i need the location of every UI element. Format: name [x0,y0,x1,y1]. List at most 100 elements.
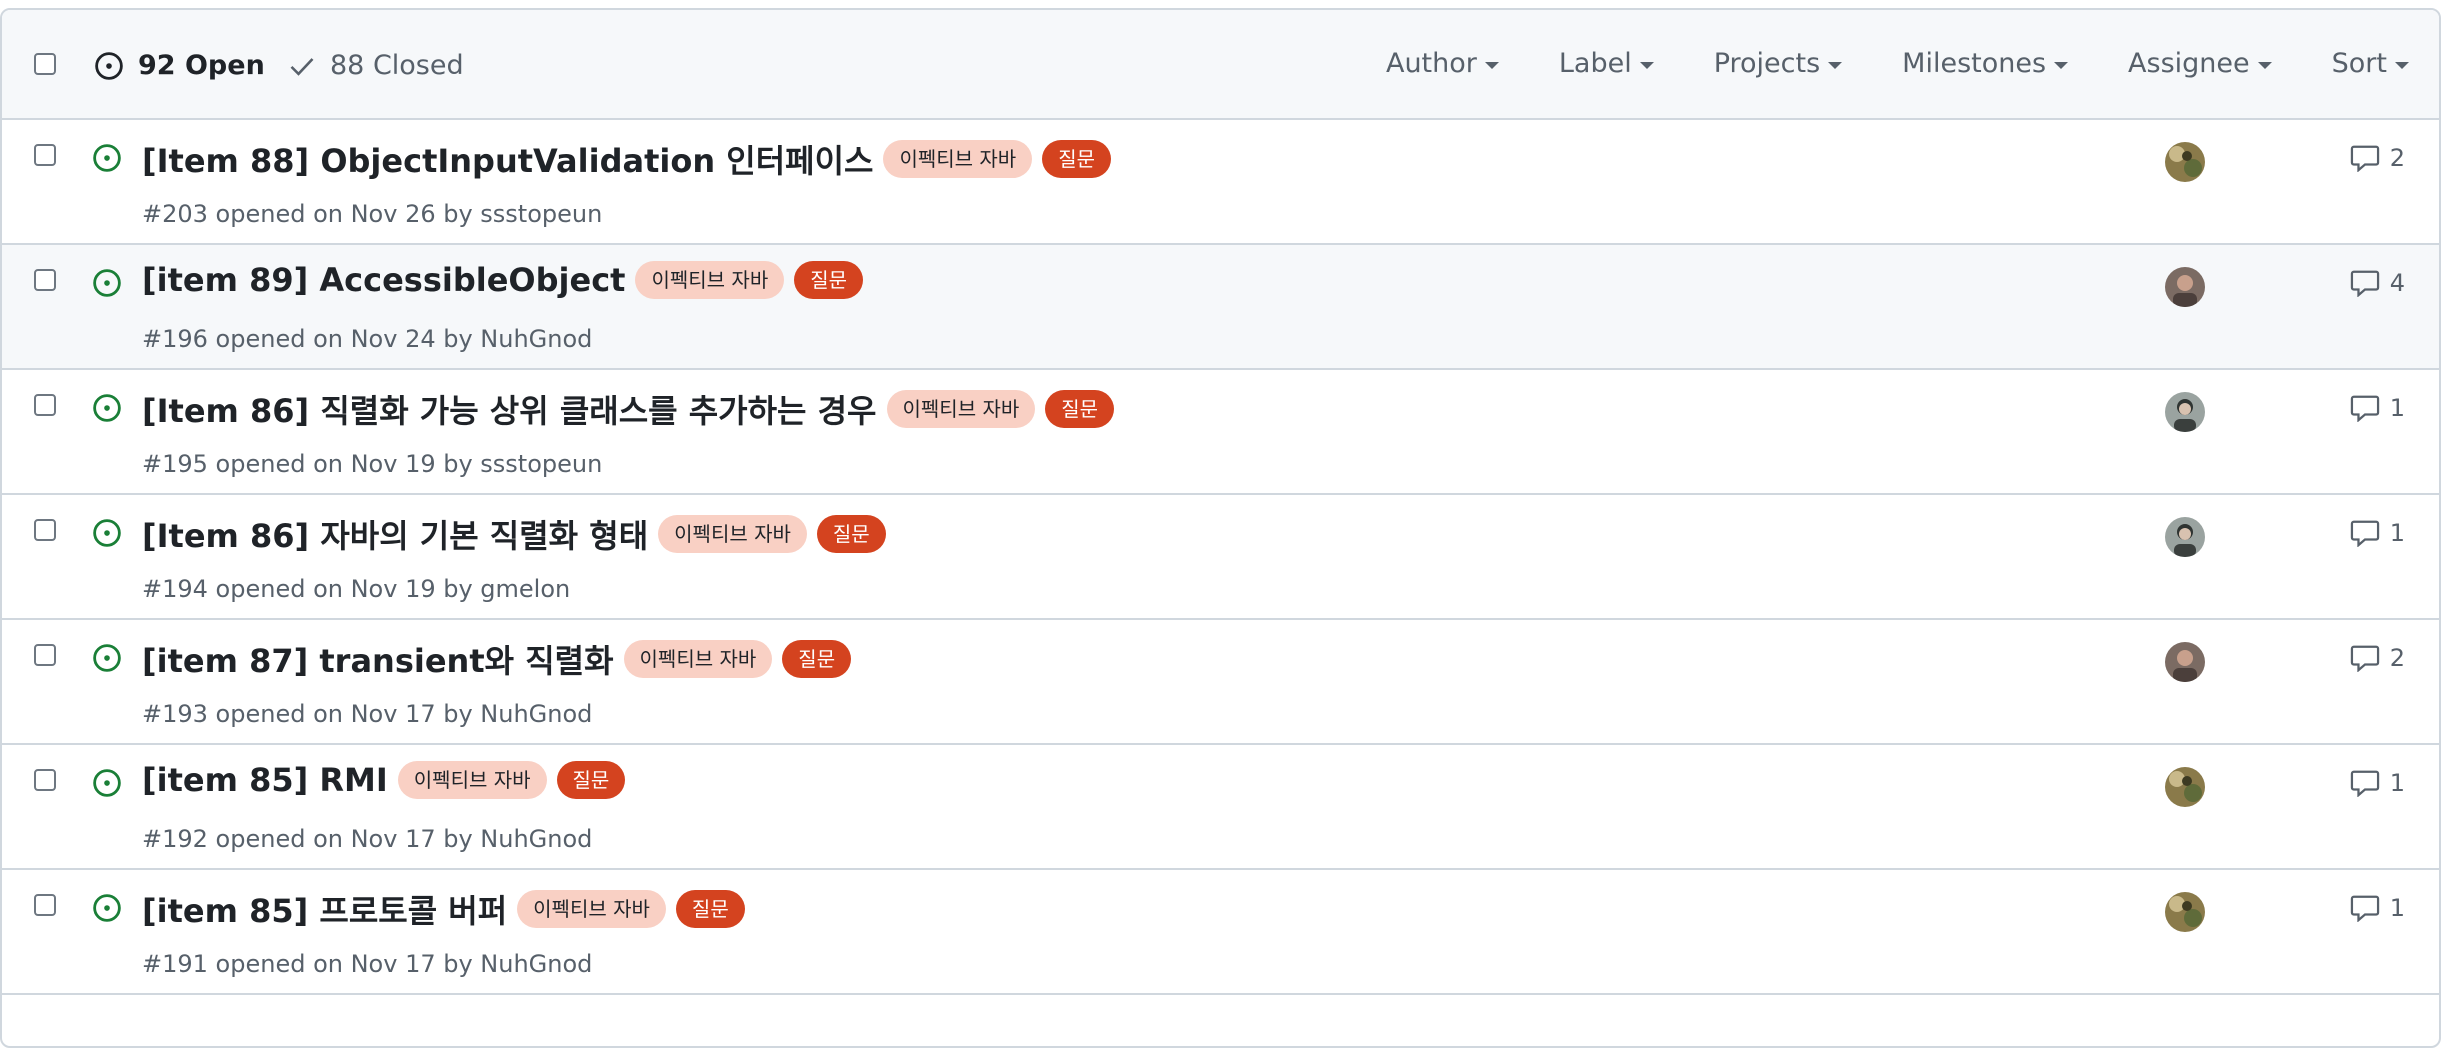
comment-icon [2350,520,2379,547]
sort-filter-label: Sort [2331,48,2387,79]
label-question[interactable]: 질문 [794,261,864,299]
issue-meta: #192 opened on Nov 17 by NuhGnod [142,825,593,853]
label-question[interactable]: 질문 [1045,390,1115,428]
issue-row[interactable]: [item 85] RMI 이펙티브 자바 질문 #192 opened on … [2,745,2439,870]
issue-rows: [Item 88] ObjectInputValidation 인터페이스 이펙… [2,120,2439,995]
issue-meta: #195 opened on Nov 19 by ssstopeun [142,450,603,478]
projects-filter[interactable]: Projects [1714,48,1843,79]
issue-checkbox[interactable] [34,394,56,416]
issue-open-icon [93,394,121,422]
issue-row[interactable]: [Item 86] 자바의 기본 직렬화 형태 이펙티브 자바 질문 #194 … [2,495,2439,620]
issue-meta: #193 opened on Nov 17 by NuhGnod [142,700,593,728]
issue-checkbox[interactable] [34,894,56,916]
issue-row[interactable]: [Item 86] 직렬화 가능 상위 클래스를 추가하는 경우 이펙티브 자바… [2,370,2439,495]
label-effective-java[interactable]: 이펙티브 자바 [517,890,666,928]
issue-checkbox[interactable] [34,769,56,791]
issue-open-icon [93,769,121,797]
issue-checkbox[interactable] [34,644,56,666]
select-all-checkbox[interactable] [34,53,56,75]
assignee-avatar[interactable] [2165,267,2205,307]
issue-meta: #196 opened on Nov 24 by NuhGnod [142,325,593,353]
issue-title-link[interactable]: [Item 86] 자바의 기본 직렬화 형태 [142,511,648,557]
comments-link[interactable]: 1 [2350,769,2405,797]
issue-title-line: [Item 88] ObjectInputValidation 인터페이스 이펙… [142,136,1112,182]
label-effective-java[interactable]: 이펙티브 자바 [397,761,547,799]
comment-count: 4 [2389,269,2405,297]
issue-title-link[interactable]: [item 87] transient와 직렬화 [142,636,614,682]
assignee-avatar[interactable] [2165,517,2205,557]
issue-title-link[interactable]: [item 89] AccessibleObject [142,261,625,299]
issue-open-icon [93,269,121,297]
comment-count: 1 [2389,519,2405,547]
label-question[interactable]: 질문 [556,761,626,799]
comment-icon [2350,895,2379,922]
assignee-avatar[interactable] [2165,767,2205,807]
check-icon [290,57,314,76]
label-filter[interactable]: Label [1559,48,1654,79]
issue-row[interactable]: [item 89] AccessibleObject 이펙티브 자바 질문 #1… [2,245,2439,370]
issue-meta: #194 opened on Nov 19 by gmelon [142,575,571,603]
issue-meta: #191 opened on Nov 17 by NuhGnod [142,950,593,978]
comments-link[interactable]: 1 [2350,519,2405,547]
issue-title-line: [item 87] transient와 직렬화 이펙티브 자바 질문 [142,636,852,682]
issue-title-line: [item 85] RMI 이펙티브 자바 질문 [142,761,626,799]
comments-link[interactable]: 1 [2350,894,2405,922]
closed-count-label: 88 Closed [330,50,464,81]
issue-open-icon [93,644,121,672]
issue-checkbox[interactable] [34,144,56,166]
comment-icon [2350,645,2379,672]
open-issues-tab[interactable]: 92 Open [94,50,265,81]
sort-filter[interactable]: Sort [2332,48,2409,79]
assignee-filter[interactable]: Assignee [2128,48,2272,79]
comments-link[interactable]: 2 [2350,644,2405,672]
author-filter[interactable]: Author [1386,48,1499,79]
issue-title-link[interactable]: [Item 88] ObjectInputValidation 인터페이스 [142,136,873,182]
comments-link[interactable]: 1 [2350,394,2405,422]
caret-down-icon [2054,62,2069,69]
open-count-label: 92 Open [138,50,265,81]
issue-open-icon [93,144,121,172]
closed-issues-tab[interactable]: 88 Closed [288,50,464,81]
issue-open-icon [93,519,121,547]
filter-bar: Author Label Projects Milestones Assigne… [1326,48,2409,79]
issue-title-link[interactable]: [item 85] 프로토콜 버퍼 [142,886,507,932]
label-question[interactable]: 질문 [816,515,886,553]
label-effective-java[interactable]: 이펙티브 자바 [658,515,807,553]
caret-down-icon [2395,62,2409,69]
assignee-avatar[interactable] [2165,142,2205,182]
comment-count: 1 [2389,394,2405,422]
issue-title-line: [Item 86] 직렬화 가능 상위 클래스를 추가하는 경우 이펙티브 자바… [142,386,1115,432]
issue-meta: #203 opened on Nov 26 by ssstopeun [142,200,603,228]
issue-checkbox[interactable] [34,269,56,291]
issue-title-line: [item 89] AccessibleObject 이펙티브 자바 질문 [142,261,864,299]
issue-title-line: [item 85] 프로토콜 버퍼 이펙티브 자바 질문 [142,886,745,932]
label-effective-java[interactable]: 이펙티브 자바 [883,140,1033,178]
issue-row[interactable]: [item 87] transient와 직렬화 이펙티브 자바 질문 #193… [2,620,2439,745]
issue-open-icon [95,51,123,80]
comment-count: 2 [2389,144,2405,172]
label-question[interactable]: 질문 [675,890,745,928]
label-effective-java[interactable]: 이펙티브 자바 [635,261,785,299]
issue-title-link[interactable]: [item 85] RMI [142,761,388,799]
issue-checkbox[interactable] [34,519,56,541]
caret-down-icon [1484,62,1499,69]
label-effective-java[interactable]: 이펙티브 자바 [623,640,773,678]
comments-link[interactable]: 2 [2350,144,2405,172]
assignee-avatar[interactable] [2165,392,2205,432]
issue-row[interactable]: [item 85] 프로토콜 버퍼 이펙티브 자바 질문 #191 opened… [2,870,2439,995]
comment-count: 1 [2389,894,2405,922]
issue-row[interactable]: [Item 88] ObjectInputValidation 인터페이스 이펙… [2,120,2439,245]
assignee-avatar[interactable] [2165,642,2205,682]
comments-link[interactable]: 4 [2350,269,2405,297]
label-question[interactable]: 질문 [1042,140,1112,178]
assignee-avatar[interactable] [2165,892,2205,932]
label-question[interactable]: 질문 [782,640,852,678]
issue-title-link[interactable]: [Item 86] 직렬화 가능 상위 클래스를 추가하는 경우 [142,386,877,432]
label-filter-label: Label [1558,48,1632,79]
comment-count: 1 [2389,769,2405,797]
comment-icon [2350,145,2379,172]
milestones-filter[interactable]: Milestones [1902,48,2069,79]
comment-icon [2350,395,2379,422]
caret-down-icon [1828,62,1843,69]
label-effective-java[interactable]: 이펙티브 자바 [886,390,1036,428]
